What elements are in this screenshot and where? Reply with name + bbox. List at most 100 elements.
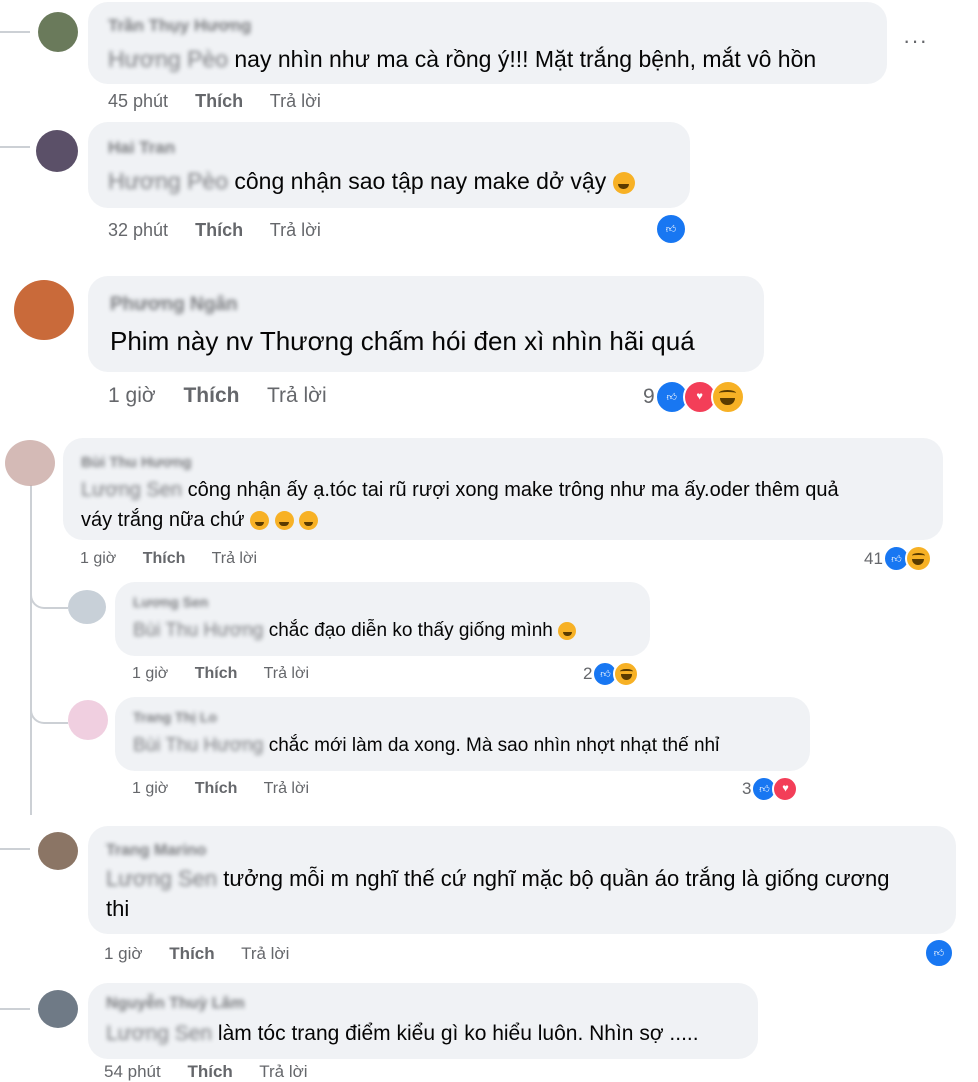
reply-button[interactable]: Trả lời: [264, 780, 309, 797]
comment-time[interactable]: 32 phút: [108, 220, 168, 240]
haha-reaction-icon: [710, 380, 745, 414]
avatar[interactable]: [38, 12, 78, 52]
reaction-summary[interactable]: 2: [583, 661, 640, 687]
sad-emoji-icon: [612, 171, 635, 194]
reply-bubble: Trang Thị Lo Bùi Thu Hương chắc mới làm …: [115, 697, 810, 771]
reaction-count: 9: [643, 385, 655, 408]
like-button[interactable]: Thích: [183, 384, 239, 407]
comment-time[interactable]: 1 giờ: [108, 384, 156, 407]
mention-link[interactable]: Hương Pèo: [108, 168, 228, 194]
comment-author[interactable]: Bùi Thu Hương: [81, 454, 192, 471]
avatar[interactable]: [68, 700, 108, 740]
comment-time[interactable]: 1 giờ: [104, 944, 143, 963]
mention-link[interactable]: Lương Sen: [81, 479, 182, 501]
comment-meta: 1 giờ Thích Trả lời: [80, 550, 279, 568]
thread-connector: [0, 848, 30, 850]
comment-bubble: Trần Thụy Hương Hương Pèo nay nhìn như m…: [88, 2, 887, 84]
comment-body: tưởng mỗi m nghĩ thế cứ nghĩ mặc bộ quần…: [223, 866, 890, 891]
thread-line: [30, 485, 32, 815]
like-button[interactable]: Thích: [187, 1062, 232, 1081]
comment-body: chắc đạo diễn ko thấy giống mình: [268, 620, 553, 641]
reaction-summary[interactable]: [924, 938, 954, 968]
rofl-emoji-icon: [250, 511, 270, 531]
avatar[interactable]: [38, 990, 78, 1028]
reply-button[interactable]: Trả lời: [241, 944, 289, 963]
comment-bubble: Bùi Thu Hương Lương Sen công nhận ấy ạ.t…: [63, 438, 943, 540]
comment-author[interactable]: Trang Marino: [106, 842, 206, 860]
comment-body: thi: [106, 896, 130, 921]
avatar[interactable]: [68, 590, 106, 624]
reply-button[interactable]: Trả lời: [264, 665, 309, 682]
more-options-icon[interactable]: ···: [903, 28, 928, 54]
comment-text: Hương Pèo nay nhìn như ma cà rồng ý!!! M…: [108, 46, 816, 74]
comment-body: chắc mới làm da xong. Mà sao nhìn nhợt n…: [268, 735, 720, 756]
like-button[interactable]: Thích: [169, 944, 214, 963]
comment-meta: 1 giờ Thích Trả lời: [132, 780, 331, 798]
reply-bubble: Lương Sen Bùi Thu Hương chắc đạo diễn ko…: [115, 582, 650, 656]
comment-body: Phim này nv Thương chấm hói đen xì nhìn …: [110, 326, 695, 356]
reaction-summary[interactable]: 3: [742, 776, 799, 802]
comment-text: váy trắng nữa chứ: [81, 508, 319, 532]
love-reaction-icon: [772, 776, 799, 802]
mention-link[interactable]: Lương Sen: [106, 866, 217, 891]
reply-button[interactable]: Trả lời: [270, 91, 321, 111]
comment-bubble: Trang Marino Lương Sen tưởng mỗi m nghĩ …: [88, 826, 956, 934]
like-button[interactable]: Thích: [195, 665, 238, 682]
comment-body: công nhận ấy ạ.tóc tai rũ rượi xong make…: [187, 479, 839, 501]
mention-link[interactable]: Bùi Thu Hương: [133, 735, 263, 756]
comment-time[interactable]: 1 giờ: [132, 665, 168, 682]
like-reaction-icon: [655, 213, 687, 245]
reaction-count: 41: [864, 548, 883, 568]
like-button[interactable]: Thích: [143, 550, 186, 567]
reply-button[interactable]: Trả lời: [270, 220, 321, 240]
comment-bubble: Hai Tran Hương Pèo công nhận sao tập nay…: [88, 122, 690, 208]
avatar[interactable]: [38, 832, 78, 870]
rofl-emoji-icon: [299, 511, 319, 531]
comment-bubble: Phương Ngân Phim này nv Thương chấm hói …: [88, 276, 764, 372]
comment-meta: 32 phút Thích Trả lời: [108, 220, 343, 241]
haha-reaction-icon: [904, 545, 932, 572]
reply-connector: [30, 690, 68, 724]
comment-meta: 45 phút Thích Trả lời: [108, 91, 343, 112]
comment-meta: 1 giờ Thích Trả lời: [132, 665, 331, 683]
comment-text: Lương Sen làm tóc trang điểm kiểu gì ko …: [106, 1021, 699, 1046]
like-button[interactable]: Thích: [195, 780, 238, 797]
comment-text: Lương Sen tưởng mỗi m nghĩ thế cứ nghĩ m…: [106, 866, 889, 892]
comment-body: làm tóc trang điểm kiểu gì ko hiểu luôn.…: [217, 1022, 699, 1045]
avatar[interactable]: [36, 130, 78, 172]
smile-emoji-icon: [558, 621, 577, 640]
reaction-count: 2: [583, 664, 593, 683]
avatar[interactable]: [14, 280, 74, 340]
reaction-summary[interactable]: 9: [643, 380, 745, 414]
comment-author[interactable]: Trần Thụy Hương: [108, 16, 251, 36]
comment-time[interactable]: 1 giờ: [80, 550, 116, 567]
reply-button[interactable]: Trả lời: [267, 384, 327, 407]
haha-reaction-icon: [613, 661, 640, 687]
comment-meta: 1 giờ Thích Trả lời: [104, 944, 311, 964]
comment-time[interactable]: 1 giờ: [132, 780, 168, 797]
comment-author[interactable]: Phương Ngân: [110, 294, 238, 316]
comment-time[interactable]: 45 phút: [108, 91, 168, 111]
comment-text: Hương Pèo công nhận sao tập nay make dở …: [108, 168, 635, 196]
comment-meta: 54 phút Thích Trả lời: [104, 1062, 330, 1082]
like-button[interactable]: Thích: [195, 220, 243, 240]
rofl-emoji-icon: [274, 511, 294, 531]
avatar[interactable]: [5, 440, 55, 486]
comment-author[interactable]: Trang Thị Lo: [133, 709, 217, 725]
comment-author[interactable]: Lương Sen: [133, 594, 208, 610]
reaction-summary[interactable]: 41: [864, 545, 932, 572]
like-button[interactable]: Thích: [195, 91, 243, 111]
mention-link[interactable]: Hương Pèo: [108, 46, 228, 72]
comment-time[interactable]: 54 phút: [104, 1062, 161, 1081]
comment-author[interactable]: Nguyễn Thuỳ Lâm: [106, 995, 245, 1013]
comment-body: công nhận sao tập nay make dở vậy: [234, 168, 607, 194]
mention-link[interactable]: Bùi Thu Hương: [133, 620, 263, 641]
comment-author[interactable]: Hai Tran: [108, 138, 175, 158]
comment-text: Bùi Thu Hương chắc mới làm da xong. Mà s…: [133, 735, 719, 758]
mention-link[interactable]: Lương Sen: [106, 1022, 212, 1045]
thread-connector: [0, 31, 30, 33]
reply-button[interactable]: Trả lời: [259, 1062, 307, 1081]
reaction-summary[interactable]: [655, 213, 687, 245]
comment-meta: 1 giờ Thích Trả lời: [108, 384, 349, 408]
reply-button[interactable]: Trả lời: [212, 550, 257, 567]
